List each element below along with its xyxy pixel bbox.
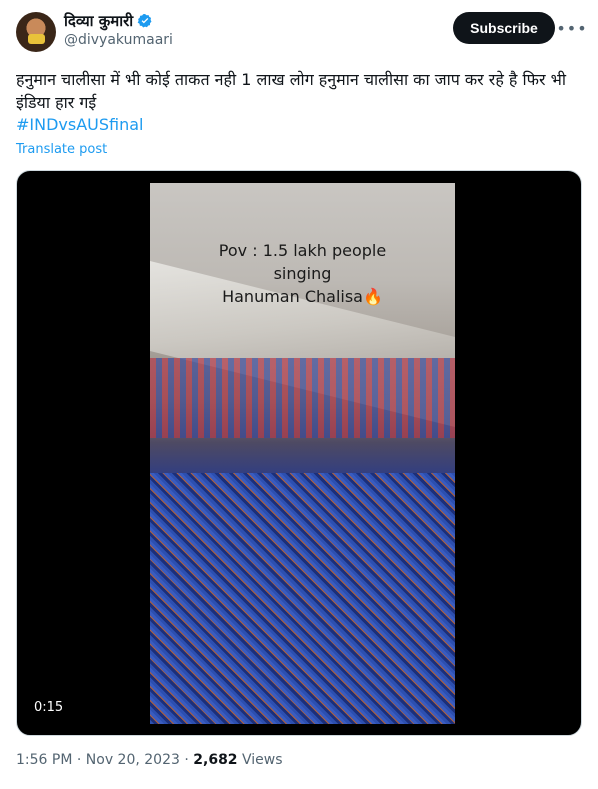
author-name-row: दिव्या कुमारी xyxy=(64,11,153,31)
subscribe-button[interactable]: Subscribe xyxy=(453,12,555,44)
author-handle[interactable]: @divyakumaari xyxy=(64,32,173,48)
post-date[interactable]: Nov 20, 2023 xyxy=(86,752,180,768)
meta-separator: · xyxy=(184,752,189,768)
video-duration-badge: 0:15 xyxy=(29,698,69,717)
post-meta: 1:56 PM · Nov 20, 2023 · 2,682 Views xyxy=(16,752,283,768)
avatar-mask-shape xyxy=(28,34,45,44)
views-label: Views xyxy=(242,752,283,768)
video-frame: Pov : 1.5 lakh people singing Hanuman Ch… xyxy=(150,183,455,724)
hashtag-link[interactable]: #INDvsAUSfinal xyxy=(16,115,144,134)
crowd-shape xyxy=(150,473,455,724)
author-display-name[interactable]: दिव्या कुमारी xyxy=(64,11,133,31)
translate-post-link[interactable]: Translate post xyxy=(16,142,107,157)
video-player[interactable]: Pov : 1.5 lakh people singing Hanuman Ch… xyxy=(16,170,582,736)
stadium-stands-shape xyxy=(150,358,455,438)
more-options-icon[interactable]: ••• xyxy=(556,18,586,38)
avatar[interactable] xyxy=(16,12,56,52)
post-text: हनुमान चालीसा में भी कोई ताकत नही 1 लाख … xyxy=(16,70,567,112)
video-overlay-caption: Pov : 1.5 lakh people singing Hanuman Ch… xyxy=(150,239,455,308)
overlay-line: Hanuman Chalisa🔥 xyxy=(222,287,383,306)
overlay-line: Pov : 1.5 lakh people xyxy=(218,241,387,260)
overlay-line: singing xyxy=(273,264,332,283)
views-count: 2,682 xyxy=(193,752,238,768)
verified-badge-icon xyxy=(137,14,152,28)
meta-separator: · xyxy=(76,752,82,768)
post-time[interactable]: 1:56 PM xyxy=(16,752,72,768)
